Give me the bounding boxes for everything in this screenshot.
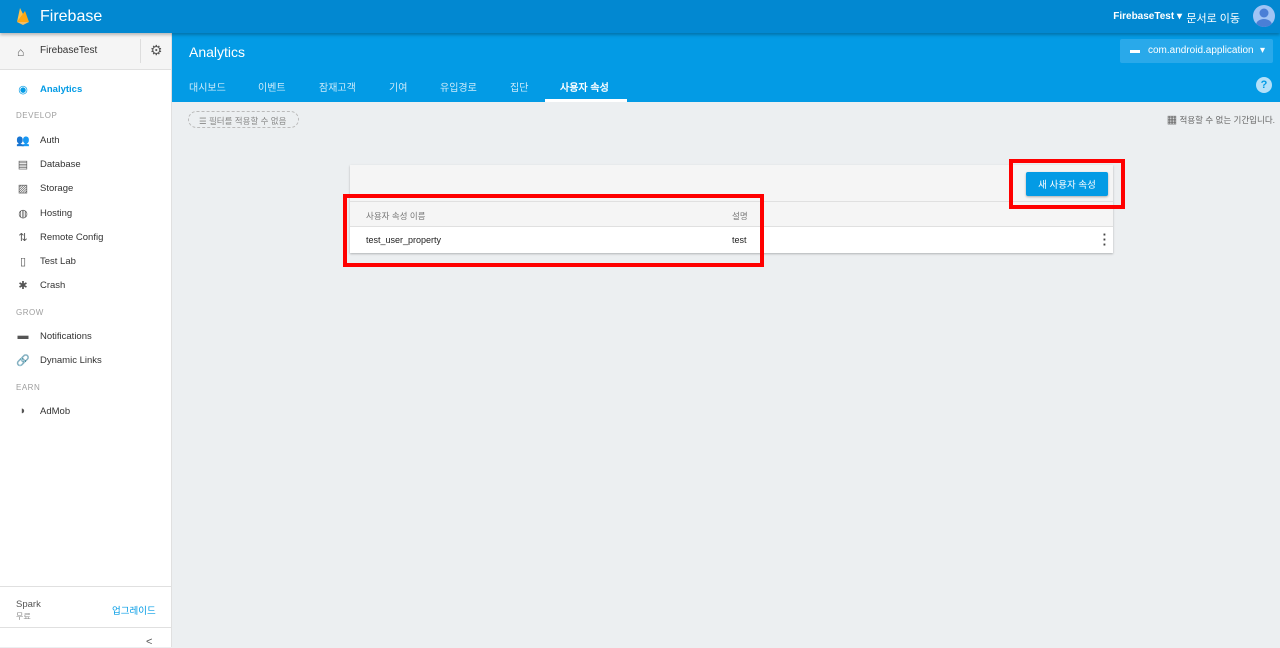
firebase-logo-icon	[17, 8, 29, 25]
more-vert-icon[interactable]: · · ·	[1103, 228, 1107, 251]
active-tab-indicator	[545, 99, 627, 102]
filter-icon: ☰	[199, 116, 209, 126]
sidebar-item-label: Storage	[40, 183, 74, 194]
avatar[interactable]	[1253, 5, 1275, 27]
highlight-box-table	[343, 194, 764, 267]
brand-name: Firebase	[40, 8, 103, 25]
chevron-down-icon: ▾	[1176, 11, 1182, 22]
collapse-sidebar-icon[interactable]: <	[146, 636, 152, 648]
sidebar-item-admob[interactable]: ◗ AdMob	[0, 401, 171, 423]
message-icon: ▬	[17, 330, 29, 342]
sidebar-item-label: Test Lab	[40, 256, 76, 267]
sidebar-item-label: Notifications	[40, 331, 92, 342]
tab-attribution[interactable]: 기여	[389, 79, 407, 94]
sidebar-item-hosting[interactable]: ◍ Hosting	[0, 203, 171, 225]
sidebar-item-database[interactable]: ▤ Database	[0, 154, 171, 176]
app-selector[interactable]: ▬ com.android.application ▾	[1120, 39, 1273, 63]
sidebar-item-label: Crash	[40, 280, 66, 291]
android-icon: ▬	[1130, 45, 1140, 56]
sidebar-item-label: Dynamic Links	[40, 355, 102, 366]
bug-icon: ✱	[18, 280, 28, 292]
sidebar-item-label: Analytics	[40, 84, 83, 95]
page-title: Analytics	[189, 44, 246, 60]
admob-icon: ◗	[19, 405, 27, 417]
analytics-icon: ◉	[18, 84, 28, 96]
section-develop: DEVELOP	[16, 111, 58, 120]
date-range[interactable]: ▦ 적용할 수 없는 기간입니다.	[1167, 113, 1275, 126]
filter-label: 필터를 적용할 수 없음	[208, 116, 287, 126]
section-earn: EARN	[16, 383, 41, 392]
tab-dashboard[interactable]: 대시보드	[189, 79, 226, 94]
tab-cohorts[interactable]: 집단	[510, 79, 528, 94]
link-icon: 🔗	[16, 355, 30, 367]
plan-price: 무료	[16, 612, 31, 621]
image-icon: ▨	[17, 183, 29, 195]
home-icon[interactable]: ⌂	[17, 45, 24, 59]
sidebar-project-header: ⌂ FirebaseTest ⚙	[0, 33, 171, 70]
highlight-box-button	[1009, 159, 1125, 209]
sidebar-item-remote-config[interactable]: ⇅ Remote Config	[0, 227, 171, 249]
sidebar-item-crash[interactable]: ✱ Crash	[0, 275, 171, 297]
page-header: Analytics ▬ com.android.application ▾ 대시보드…	[172, 33, 1280, 102]
sidebar-item-notifications[interactable]: ▬ Notifications	[0, 326, 171, 348]
sidebar-item-label: Auth	[40, 135, 60, 146]
project-selector[interactable]: FirebaseTest ▾	[1113, 11, 1182, 22]
tab-funnels[interactable]: 유입경로	[440, 79, 477, 94]
sidebar-item-label: Hosting	[40, 208, 73, 219]
sidebar-item-auth[interactable]: 👥 Auth	[0, 130, 171, 152]
tab-audiences[interactable]: 잠재고객	[319, 79, 356, 94]
top-bar: Firebase FirebaseTest ▾ 문서로 이동	[0, 0, 1280, 33]
divider	[140, 39, 141, 63]
database-icon: ▤	[17, 159, 29, 171]
sidebar-item-test-lab[interactable]: ▯ Test Lab	[0, 251, 171, 273]
gear-icon[interactable]: ⚙	[150, 42, 163, 59]
sidebar-item-label: AdMob	[40, 406, 71, 417]
sidebar-project-name[interactable]: FirebaseTest	[40, 45, 97, 56]
person-icon	[1256, 8, 1272, 27]
tab-user-properties[interactable]: 사용자 속성	[560, 79, 609, 94]
tab-events[interactable]: 이벤트	[258, 79, 286, 94]
globe-icon: ◍	[18, 208, 28, 220]
sidebar-item-dynamic-links[interactable]: 🔗 Dynamic Links	[0, 350, 171, 372]
sidebar-item-analytics[interactable]: ◉ Analytics	[0, 79, 171, 101]
plan-name: Spark	[16, 599, 41, 610]
app-name: com.android.application	[1148, 45, 1254, 56]
project-name: FirebaseTest	[1113, 11, 1175, 22]
calendar-icon: ▦	[1166, 114, 1178, 126]
upgrade-link[interactable]: 업그레이드	[112, 603, 156, 617]
help-icon[interactable]: ?	[1256, 77, 1272, 93]
people-icon: 👥	[16, 135, 30, 147]
plan-footer: Spark 무료 업그레이드	[0, 586, 171, 628]
chevron-down-icon: ▾	[1259, 45, 1265, 56]
sidebar-item-storage[interactable]: ▨ Storage	[0, 178, 171, 200]
section-grow: GROW	[16, 308, 44, 317]
device-check-icon: ▯	[19, 256, 27, 268]
sidebar-item-label: Database	[40, 159, 81, 170]
filter-chip[interactable]: ☰ 필터를 적용할 수 없음	[188, 111, 299, 128]
remote-config-icon: ⇅	[18, 232, 28, 244]
sidebar-item-label: Remote Config	[40, 232, 104, 243]
docs-link[interactable]: 문서로 이동	[1186, 10, 1240, 26]
sidebar: ⌂ FirebaseTest ⚙ ◉ Analytics DEVELOP 👥 Aut…	[0, 33, 172, 648]
date-range-label: 적용할 수 없는 기간입니다.	[1179, 115, 1275, 125]
